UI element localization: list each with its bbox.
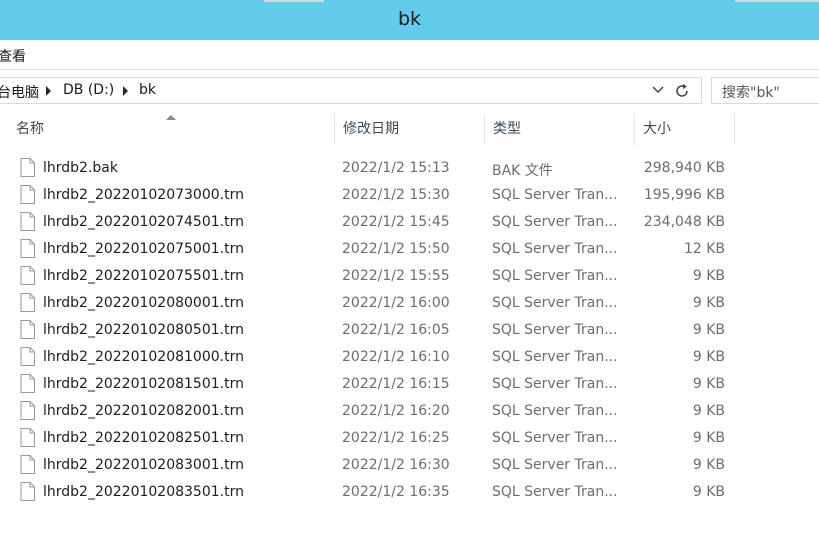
breadcrumb-separator-icon[interactable] — [46, 86, 51, 96]
file-row[interactable]: lhrdb2.bak 2022/1/2 15:13 BAK 文件 298,940 KB — [0, 155, 735, 182]
file-icon — [20, 455, 35, 474]
file-row[interactable]: lhrdb2_20220102080001.trn 2022/1/2 16:00 S… — [0, 290, 735, 317]
file-type: SQL Server Tran... — [492, 295, 618, 311]
file-size: 298,940 KB — [643, 160, 725, 176]
file-size: 9 KB — [692, 268, 725, 284]
file-date: 2022/1/2 16:25 — [342, 430, 450, 446]
file-icon — [20, 212, 35, 231]
address-bar[interactable]: 台电脑 DB (D:) bk — [0, 77, 702, 104]
file-row[interactable]: lhrdb2_20220102075501.trn 2022/1/2 15:55 S… — [0, 263, 735, 290]
column-header-date[interactable]: 修改日期 — [335, 114, 485, 145]
title-bar-strip — [735, 0, 819, 2]
file-name: lhrdb2_20220102075501.trn — [43, 268, 244, 284]
file-type: SQL Server Tran... — [492, 430, 618, 446]
menu-item-view[interactable]: 查看 — [0, 46, 26, 66]
file-row[interactable]: lhrdb2_20220102080501.trn 2022/1/2 16:05 S… — [0, 317, 735, 344]
file-size: 9 KB — [692, 430, 725, 446]
file-name: lhrdb2_20220102082001.trn — [43, 403, 244, 419]
chevron-down-icon[interactable] — [651, 83, 665, 97]
file-icon — [20, 374, 35, 393]
file-icon — [20, 185, 35, 204]
file-name: lhrdb2_20220102080501.trn — [43, 322, 244, 338]
file-name: lhrdb2.bak — [43, 160, 118, 176]
breadcrumb-separator-icon[interactable] — [123, 86, 128, 96]
file-date: 2022/1/2 15:55 — [342, 268, 450, 284]
file-date: 2022/1/2 16:00 — [342, 295, 450, 311]
menu-bar: 查看 — [0, 40, 819, 70]
file-date: 2022/1/2 15:50 — [342, 241, 450, 257]
breadcrumb-folder[interactable]: bk — [139, 82, 156, 98]
column-header-size[interactable]: 大小 — [635, 114, 735, 145]
file-name: lhrdb2_20220102074501.trn — [43, 214, 244, 230]
file-type: SQL Server Tran... — [492, 241, 618, 257]
title-bar: bk — [0, 0, 819, 40]
file-type: SQL Server Tran... — [492, 484, 618, 500]
file-icon — [20, 482, 35, 501]
search-placeholder: 搜索"bk" — [722, 85, 780, 101]
file-icon — [20, 428, 35, 447]
file-row[interactable]: lhrdb2_20220102083001.trn 2022/1/2 16:30 S… — [0, 452, 735, 479]
file-date: 2022/1/2 16:10 — [342, 349, 450, 365]
file-name: lhrdb2_20220102081501.trn — [43, 376, 244, 392]
file-icon — [20, 293, 35, 312]
window-title: bk — [397, 8, 422, 30]
file-row[interactable]: lhrdb2_20220102081501.trn 2022/1/2 16:15 S… — [0, 371, 735, 398]
file-row[interactable]: lhrdb2_20220102075001.trn 2022/1/2 15:50 S… — [0, 236, 735, 263]
file-icon — [20, 347, 35, 366]
file-size: 195,996 KB — [643, 187, 725, 203]
file-name: lhrdb2_20220102073000.trn — [43, 187, 244, 203]
file-icon — [20, 266, 35, 285]
file-size: 9 KB — [692, 457, 725, 473]
file-name: lhrdb2_20220102083001.trn — [43, 457, 244, 473]
file-size: 9 KB — [692, 376, 725, 392]
file-type: SQL Server Tran... — [492, 349, 618, 365]
file-icon — [20, 239, 35, 258]
file-date: 2022/1/2 16:15 — [342, 376, 450, 392]
file-icon — [20, 158, 35, 177]
file-type: SQL Server Tran... — [492, 268, 618, 284]
file-type: SQL Server Tran... — [492, 214, 618, 230]
file-row[interactable]: lhrdb2_20220102082501.trn 2022/1/2 16:25 S… — [0, 425, 735, 452]
file-size: 9 KB — [692, 403, 725, 419]
file-row[interactable]: lhrdb2_20220102073000.trn 2022/1/2 15:30 S… — [0, 182, 735, 209]
file-icon — [20, 401, 35, 420]
file-date: 2022/1/2 16:05 — [342, 322, 450, 338]
column-header-name[interactable]: 名称 — [8, 114, 335, 145]
file-type: BAK 文件 — [492, 163, 553, 179]
file-row[interactable]: lhrdb2_20220102082001.trn 2022/1/2 16:20 S… — [0, 398, 735, 425]
column-header-row: 名称 修改日期 类型 大小 — [0, 114, 735, 145]
file-date: 2022/1/2 15:13 — [342, 160, 450, 176]
file-row[interactable]: lhrdb2_20220102074501.trn 2022/1/2 15:45 S… — [0, 209, 735, 236]
file-name: lhrdb2_20220102080001.trn — [43, 295, 244, 311]
file-size: 9 KB — [692, 295, 725, 311]
file-name: lhrdb2_20220102082501.trn — [43, 430, 244, 446]
file-name: lhrdb2_20220102075001.trn — [43, 241, 244, 257]
file-icon — [20, 320, 35, 339]
file-size: 9 KB — [692, 484, 725, 500]
file-type: SQL Server Tran... — [492, 376, 618, 392]
file-type: SQL Server Tran... — [492, 457, 618, 473]
file-name: lhrdb2_20220102081000.trn — [43, 349, 244, 365]
file-date: 2022/1/2 15:30 — [342, 187, 450, 203]
file-row[interactable]: lhrdb2_20220102081000.trn 2022/1/2 16:10 S… — [0, 344, 735, 371]
file-date: 2022/1/2 16:20 — [342, 403, 450, 419]
file-size: 9 KB — [692, 349, 725, 365]
refresh-icon[interactable] — [673, 82, 691, 100]
title-bar-strip — [264, 0, 324, 2]
file-type: SQL Server Tran... — [492, 322, 618, 338]
file-date: 2022/1/2 15:45 — [342, 214, 450, 230]
breadcrumb-this-pc[interactable]: 台电脑 — [0, 82, 39, 102]
file-row[interactable]: lhrdb2_20220102083501.trn 2022/1/2 16:35 S… — [0, 479, 735, 506]
file-type: SQL Server Tran... — [492, 403, 618, 419]
file-size: 9 KB — [692, 322, 725, 338]
file-type: SQL Server Tran... — [492, 187, 618, 203]
file-size: 234,048 KB — [643, 214, 725, 230]
file-name: lhrdb2_20220102083501.trn — [43, 484, 244, 500]
file-size: 12 KB — [683, 241, 725, 257]
file-date: 2022/1/2 16:30 — [342, 457, 450, 473]
search-input[interactable]: 搜索"bk" — [711, 77, 819, 104]
column-header-type[interactable]: 类型 — [485, 114, 635, 145]
breadcrumb-drive[interactable]: DB (D:) — [63, 82, 114, 98]
file-date: 2022/1/2 16:35 — [342, 484, 450, 500]
